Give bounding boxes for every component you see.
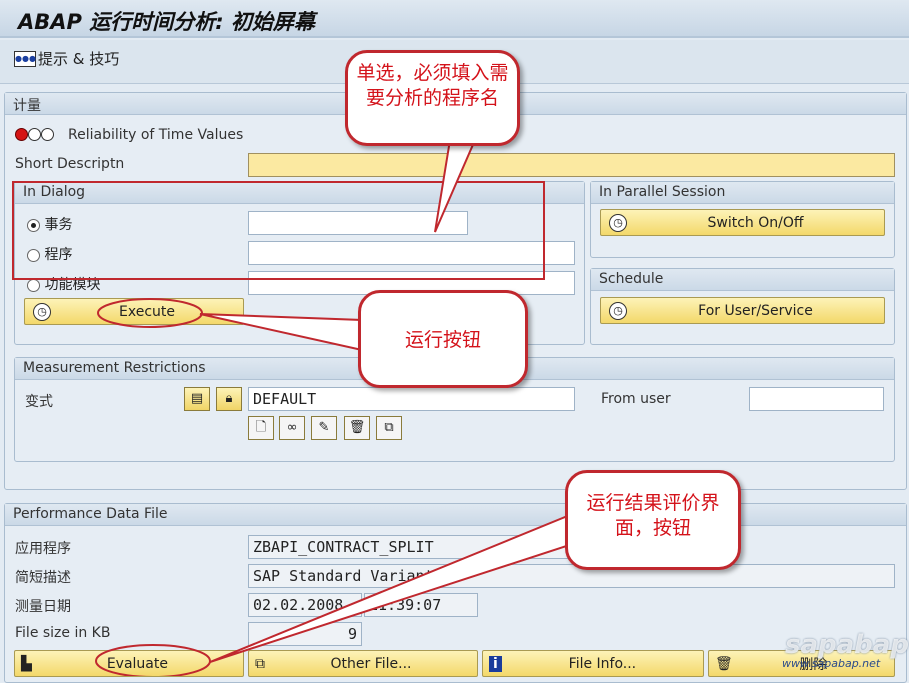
callout-execute-note: 运行按钮 bbox=[358, 290, 528, 388]
execute-ellipse bbox=[97, 298, 203, 328]
evaluate-ellipse bbox=[95, 644, 211, 676]
callout1-tail bbox=[434, 139, 477, 233]
callout-radio-note: 单选，必须填入需要分析的程序名 bbox=[345, 50, 520, 146]
callout3-tail bbox=[209, 513, 587, 663]
callout2-tail bbox=[199, 313, 363, 352]
watermark-url: www.sapabap.net bbox=[782, 657, 881, 670]
watermark-logo: sapabap bbox=[785, 630, 909, 660]
callout-evaluate-note: 运行结果评价界面，按钮 bbox=[565, 470, 741, 570]
